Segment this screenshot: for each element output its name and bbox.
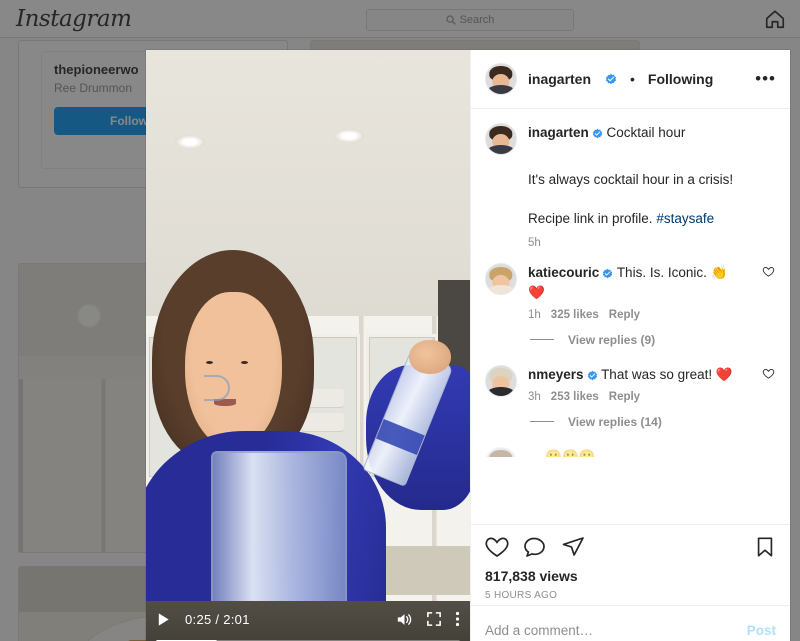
comment-item-partial: … 😀😀😀 bbox=[485, 446, 776, 457]
view-replies-dash bbox=[530, 421, 554, 423]
comment-text: This. Is. Iconic. 👏 bbox=[616, 265, 728, 281]
caption-username[interactable]: inagarten bbox=[528, 125, 589, 140]
more-options-button[interactable]: ••• bbox=[755, 70, 776, 87]
video-time-display: 0:25 / 2:01 bbox=[185, 611, 250, 627]
view-replies-label[interactable]: View replies (9) bbox=[568, 333, 655, 347]
comment-text: 😀😀😀 bbox=[545, 448, 596, 457]
avatar[interactable] bbox=[485, 364, 517, 397]
comment-like-icon[interactable] bbox=[762, 365, 776, 433]
fullscreen-icon[interactable] bbox=[427, 612, 441, 626]
comment-text: That was so great! ❤️ bbox=[601, 366, 733, 382]
verified-badge-icon bbox=[605, 73, 617, 85]
instagram-page: Instagram Search thepioneerwo bbox=[0, 0, 800, 641]
comment-reply-button[interactable]: Reply bbox=[609, 309, 640, 321]
post-author-username[interactable]: inagarten bbox=[528, 71, 591, 87]
following-label[interactable]: Following bbox=[648, 71, 713, 87]
comment-likes: 325 likes bbox=[550, 308, 599, 321]
verified-badge-icon bbox=[587, 370, 598, 381]
bookmark-icon[interactable] bbox=[754, 536, 776, 558]
caption-line-2: Recipe link in profile. bbox=[528, 210, 657, 226]
heart-icon[interactable] bbox=[485, 535, 509, 559]
comment-timestamp: 1h bbox=[528, 308, 541, 321]
video-player[interactable]: 0:25 / 2:01 bbox=[146, 50, 470, 641]
post-modal: 0:25 / 2:01 inagarten • Following ••• in… bbox=[146, 50, 790, 641]
volume-on-icon[interactable] bbox=[396, 612, 413, 627]
video-controls: 0:25 / 2:01 bbox=[146, 601, 470, 641]
avatar[interactable] bbox=[485, 63, 517, 95]
comment-text-line2: ❤️ bbox=[528, 284, 545, 300]
verified-badge-icon bbox=[602, 268, 613, 279]
comment-username[interactable]: nmeyers bbox=[528, 367, 584, 382]
comment-likes: 253 likes bbox=[550, 390, 599, 403]
header-separator: • bbox=[630, 71, 635, 87]
kebab-menu-icon[interactable] bbox=[455, 611, 460, 627]
view-count: 817,838 views bbox=[485, 568, 578, 584]
caption-title: Cocktail hour bbox=[606, 125, 686, 140]
view-replies-label[interactable]: View replies (14) bbox=[568, 415, 662, 429]
add-comment-input[interactable] bbox=[485, 623, 747, 638]
comment-username[interactable]: katiecouric bbox=[528, 265, 599, 280]
share-paper-plane-icon[interactable] bbox=[561, 535, 585, 559]
view-replies-button[interactable]: View replies (9) bbox=[528, 333, 751, 347]
play-icon[interactable] bbox=[156, 612, 171, 627]
comment-like-icon[interactable] bbox=[762, 263, 776, 350]
comment-bubble-icon[interactable] bbox=[523, 535, 547, 559]
avatar[interactable] bbox=[485, 263, 517, 296]
caption-line-1: It's always cocktail hour in a crisis! bbox=[528, 171, 734, 187]
post-header: inagarten • Following ••• bbox=[471, 50, 790, 109]
comments-list[interactable]: inagarten Cocktail hour It's always cock… bbox=[471, 109, 790, 524]
add-comment-bar: Post bbox=[471, 605, 790, 641]
comment-item: nmeyers That was so great! ❤️ 3h 253 lik… bbox=[485, 364, 776, 433]
post-caption: inagarten Cocktail hour It's always cock… bbox=[485, 123, 776, 249]
avatar[interactable] bbox=[485, 123, 517, 155]
caption-timestamp: 5h bbox=[528, 237, 541, 250]
post-details-panel: inagarten • Following ••• inagarten Cock… bbox=[470, 50, 790, 641]
comment-timestamp: 3h bbox=[528, 390, 541, 403]
verified-badge-icon bbox=[592, 128, 603, 139]
post-actions: 817,838 views 5 HOURS AGO bbox=[471, 524, 790, 605]
post-comment-button[interactable]: Post bbox=[747, 623, 776, 638]
post-timestamp: 5 HOURS AGO bbox=[485, 590, 558, 601]
video-frame bbox=[146, 50, 470, 641]
view-replies-dash bbox=[530, 339, 554, 341]
caption-hashtag[interactable]: #staysafe bbox=[656, 211, 714, 226]
view-replies-button[interactable]: View replies (14) bbox=[528, 415, 751, 429]
avatar[interactable] bbox=[485, 446, 517, 457]
comment-username[interactable]: … bbox=[528, 449, 542, 457]
comment-reply-button[interactable]: Reply bbox=[609, 391, 640, 403]
comment-item: katiecouric This. Is. Iconic. 👏 ❤️ 1h 32… bbox=[485, 263, 776, 350]
